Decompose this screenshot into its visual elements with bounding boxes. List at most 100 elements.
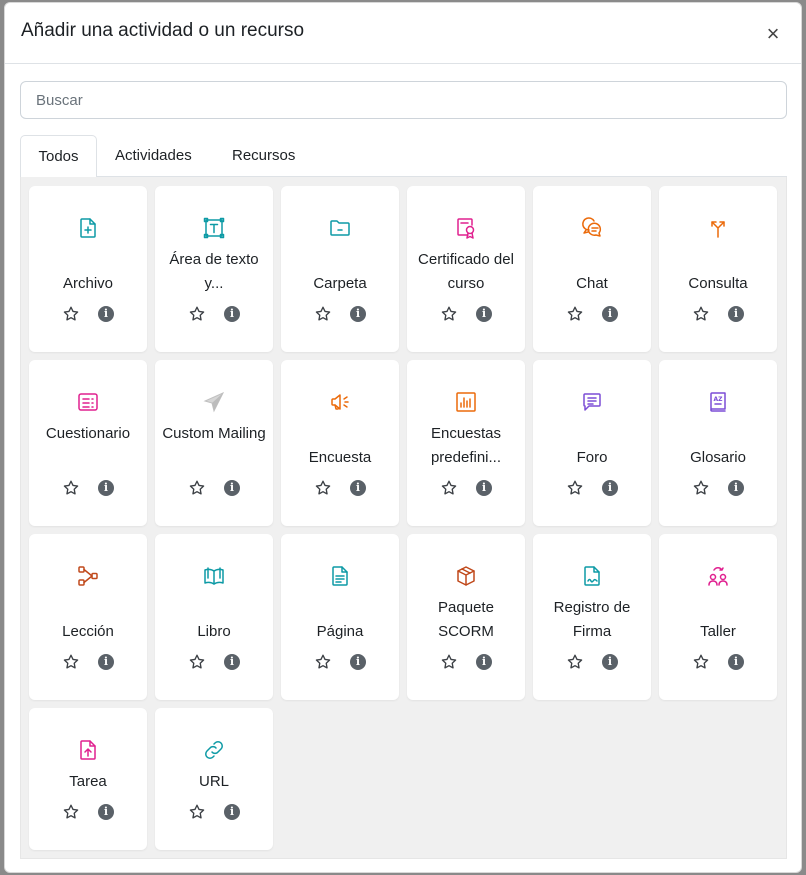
activity-card-label: Foro: [576, 449, 608, 466]
svg-text:AZ: AZ: [714, 396, 724, 403]
activity-card-consulta[interactable]: Consulta i: [659, 186, 777, 352]
star-icon[interactable]: [188, 803, 206, 821]
file-plus-icon: [76, 216, 100, 240]
info-icon[interactable]: i: [602, 306, 618, 322]
activity-card-cuestionario[interactable]: Cuestionario i: [29, 360, 147, 526]
info-icon[interactable]: i: [224, 654, 240, 670]
activity-card-label: Encuesta: [308, 449, 372, 466]
activity-card-lección[interactable]: Lección i: [29, 534, 147, 700]
activity-card-label: Carpeta: [313, 275, 367, 292]
activity-card-carpeta[interactable]: Carpeta i: [281, 186, 399, 352]
bar-chart-icon: [454, 390, 478, 414]
info-icon[interactable]: i: [350, 306, 366, 322]
link-icon: [202, 738, 226, 762]
star-icon[interactable]: [188, 479, 206, 497]
star-icon[interactable]: [440, 653, 458, 671]
activity-card-paquete-scorm[interactable]: Paquete SCORM i: [407, 534, 525, 700]
info-icon[interactable]: i: [224, 804, 240, 820]
info-icon[interactable]: i: [350, 654, 366, 670]
star-icon[interactable]: [62, 803, 80, 821]
activity-card-label: Archivo: [62, 275, 114, 292]
activity-card-tarea[interactable]: Tarea i: [29, 708, 147, 850]
activity-card-label: Tarea: [69, 773, 107, 790]
info-icon[interactable]: i: [98, 306, 114, 322]
activity-card-label: Taller: [700, 623, 736, 640]
activity-card-encuestas-predefini[interactable]: Encuestas predefini... i: [407, 360, 525, 526]
activity-card-label: Consulta: [688, 275, 748, 292]
activity-card-área-de-texto-y[interactable]: Área de texto y... i: [155, 186, 273, 352]
workshop-icon: [706, 564, 730, 588]
info-icon[interactable]: i: [728, 654, 744, 670]
activity-card-label: Lección: [62, 623, 114, 640]
star-icon[interactable]: [692, 305, 710, 323]
star-icon[interactable]: [314, 305, 332, 323]
activity-card-label: Área de texto y...: [169, 251, 259, 292]
star-icon[interactable]: [566, 479, 584, 497]
activity-card-url[interactable]: URL i: [155, 708, 273, 850]
tab-todos[interactable]: Todos: [20, 135, 97, 178]
info-icon[interactable]: i: [224, 480, 240, 496]
activity-card-label: Paquete SCORM: [438, 599, 494, 640]
star-icon[interactable]: [440, 305, 458, 323]
chat-icon: [580, 216, 604, 240]
activity-card-encuesta[interactable]: Encuesta i: [281, 360, 399, 526]
star-icon[interactable]: [62, 479, 80, 497]
info-icon[interactable]: i: [224, 306, 240, 322]
star-icon[interactable]: [692, 653, 710, 671]
activity-card-label: Página: [316, 623, 364, 640]
info-icon[interactable]: i: [728, 480, 744, 496]
search-input[interactable]: [20, 81, 787, 119]
star-icon[interactable]: [314, 653, 332, 671]
info-icon[interactable]: i: [98, 654, 114, 670]
star-icon[interactable]: [566, 305, 584, 323]
activity-card-label: Chat: [576, 275, 608, 292]
certificate-icon: [454, 216, 478, 240]
info-icon[interactable]: i: [602, 480, 618, 496]
tab-recursos[interactable]: Recursos: [232, 135, 295, 177]
star-icon[interactable]: [692, 479, 710, 497]
book-icon: [202, 564, 226, 588]
activity-card-chat[interactable]: Chat i: [533, 186, 651, 352]
activity-card-foro[interactable]: Foro i: [533, 360, 651, 526]
lesson-icon: [76, 564, 100, 588]
info-icon[interactable]: i: [728, 306, 744, 322]
forum-icon: [580, 390, 604, 414]
star-icon[interactable]: [566, 653, 584, 671]
assignment-upload-icon: [76, 738, 100, 762]
add-activity-modal: Añadir una actividad o un recurso × Todo…: [4, 2, 802, 873]
info-icon[interactable]: i: [350, 480, 366, 496]
activity-card-label: Libro: [197, 623, 231, 640]
activity-card-label: Certificado del curso: [418, 251, 514, 292]
folder-icon: [328, 216, 352, 240]
page-icon: [328, 564, 352, 588]
choice-icon: [706, 216, 730, 240]
activity-card-página[interactable]: Página i: [281, 534, 399, 700]
activity-card-label: Encuestas predefini...: [430, 425, 502, 466]
close-icon[interactable]: ×: [761, 21, 785, 46]
star-icon[interactable]: [188, 653, 206, 671]
info-icon[interactable]: i: [98, 804, 114, 820]
modal-header: Añadir una actividad o un recurso ×: [5, 3, 801, 64]
info-icon[interactable]: i: [476, 480, 492, 496]
activity-card-taller[interactable]: Taller i: [659, 534, 777, 700]
glossary-icon: AZ: [706, 390, 730, 414]
tab-actividades[interactable]: Actividades: [115, 135, 192, 177]
star-icon[interactable]: [314, 479, 332, 497]
activity-card-glosario[interactable]: AZ Glosario i: [659, 360, 777, 526]
activity-card-label: URL: [198, 773, 229, 790]
activity-card-label: Custom Mailing: [162, 425, 266, 442]
star-icon[interactable]: [188, 305, 206, 323]
star-icon[interactable]: [440, 479, 458, 497]
info-icon[interactable]: i: [98, 480, 114, 496]
activity-card-archivo[interactable]: Archivo i: [29, 186, 147, 352]
megaphone-icon: [328, 390, 352, 414]
star-icon[interactable]: [62, 653, 80, 671]
activity-card-registro-de-firma[interactable]: Registro de Firma i: [533, 534, 651, 700]
activity-card-libro[interactable]: Libro i: [155, 534, 273, 700]
activity-card-certificado-del-curso[interactable]: Certificado del curso i: [407, 186, 525, 352]
info-icon[interactable]: i: [602, 654, 618, 670]
activity-card-custom-mailing[interactable]: Custom Mailing i: [155, 360, 273, 526]
info-icon[interactable]: i: [476, 306, 492, 322]
star-icon[interactable]: [62, 305, 80, 323]
info-icon[interactable]: i: [476, 654, 492, 670]
